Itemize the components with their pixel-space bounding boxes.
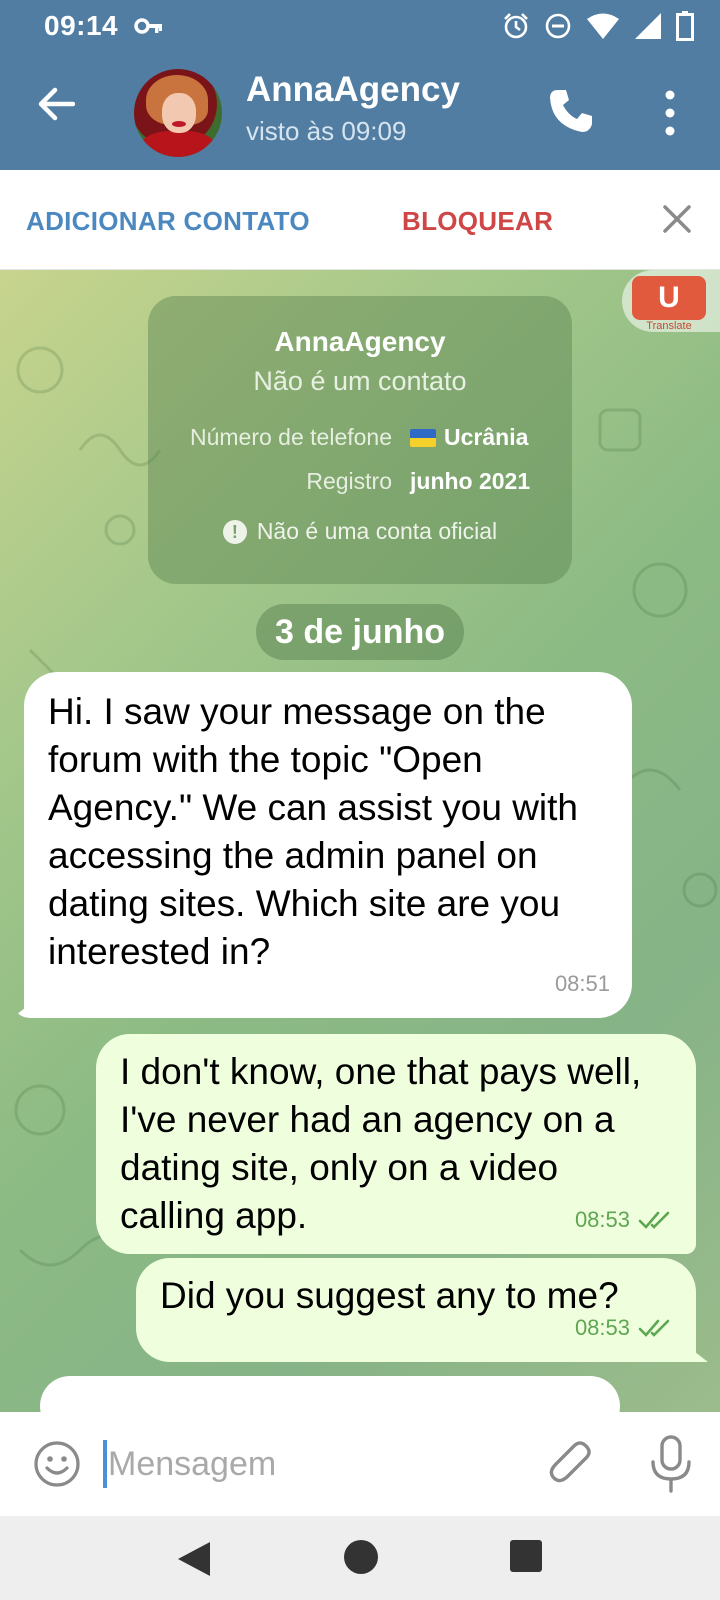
contact-info-card: AnnaAgency Não é um contato Número de te… <box>148 296 572 584</box>
message-bubble-outgoing[interactable]: I don't know, one that pays well, I've n… <box>96 1034 696 1254</box>
status-bar: 09:14 <box>0 0 720 52</box>
contact-avatar[interactable] <box>134 69 222 157</box>
close-icon[interactable] <box>660 202 694 236</box>
emoji-icon[interactable] <box>32 1439 82 1489</box>
status-icons <box>502 11 694 41</box>
registration-label: Registro <box>306 468 392 494</box>
back-arrow-icon <box>38 87 75 121</box>
warning-text: Não é uma conta oficial <box>256 518 498 544</box>
add-contact-button[interactable]: ADICIONAR CONTATO <box>26 206 310 237</box>
double-check-icon <box>638 1211 670 1229</box>
message-time: 08:51 <box>554 971 610 996</box>
dnd-icon <box>545 13 571 39</box>
phone-country-name: Ucrânia <box>444 424 529 450</box>
message-composer <box>0 1412 720 1516</box>
info-card-status: Não é um contato <box>253 366 467 396</box>
alarm-icon <box>504 13 528 39</box>
status-time: 09:14 <box>44 10 119 41</box>
wifi-icon <box>587 13 619 39</box>
info-card-name: AnnaAgency <box>274 326 446 357</box>
message-time: 08:53 <box>575 1196 674 1244</box>
message-time: 08:53 <box>575 1304 674 1352</box>
chat-header: 09:14 AnnaAgency visto às 09:09 <box>0 0 720 170</box>
chat-area[interactable]: U Translate AnnaAgency Não é um contato … <box>0 270 720 1412</box>
microphone-icon[interactable] <box>648 1434 694 1494</box>
exclamation-icon: ! <box>222 520 247 544</box>
double-check-icon <box>638 1319 670 1337</box>
translate-widget[interactable]: U Translate <box>622 270 720 332</box>
phone-icon[interactable] <box>546 86 596 136</box>
translate-logo-icon: U <box>632 276 706 320</box>
registration-date: junho 2021 <box>410 468 531 494</box>
contact-name[interactable]: AnnaAgency <box>246 70 460 110</box>
key-icon <box>134 18 162 34</box>
last-seen: visto às 09:09 <box>246 116 407 146</box>
message-bubble-outgoing[interactable]: Did you suggest any to me? 08:53 <box>136 1258 696 1362</box>
ukraine-flag-icon <box>410 429 436 447</box>
date-separator: 3 de junho <box>256 604 464 660</box>
block-button[interactable]: BLOQUEAR <box>402 206 553 237</box>
text-cursor <box>103 1440 107 1488</box>
message-text: Hi. I saw your message on the forum with… <box>48 691 578 972</box>
back-button[interactable] <box>30 78 82 130</box>
contact-action-bar: ADICIONAR CONTATO BLOQUEAR <box>0 170 720 270</box>
phone-country: Ucrânia <box>410 424 528 451</box>
nav-back-icon[interactable] <box>176 1540 212 1578</box>
more-vertical-icon[interactable] <box>650 86 690 140</box>
message-bubble-incoming[interactable]: Hi. I saw your message on the forum with… <box>24 672 632 1018</box>
translate-label: Translate <box>646 320 692 332</box>
app-bar: AnnaAgency visto às 09:09 <box>0 56 720 170</box>
phone-label: Número de telefone <box>189 424 392 450</box>
signal-icon <box>635 13 661 39</box>
nav-home-icon[interactable] <box>344 1540 378 1574</box>
system-navigation-bar <box>0 1516 720 1600</box>
nav-recents-icon[interactable] <box>510 1540 542 1572</box>
paperclip-icon[interactable] <box>546 1438 598 1490</box>
unofficial-account-warning: ! Não é uma conta oficial <box>148 518 572 545</box>
battery-icon <box>676 11 694 41</box>
message-bubble-partial[interactable] <box>40 1376 620 1412</box>
message-input[interactable] <box>108 1436 508 1492</box>
